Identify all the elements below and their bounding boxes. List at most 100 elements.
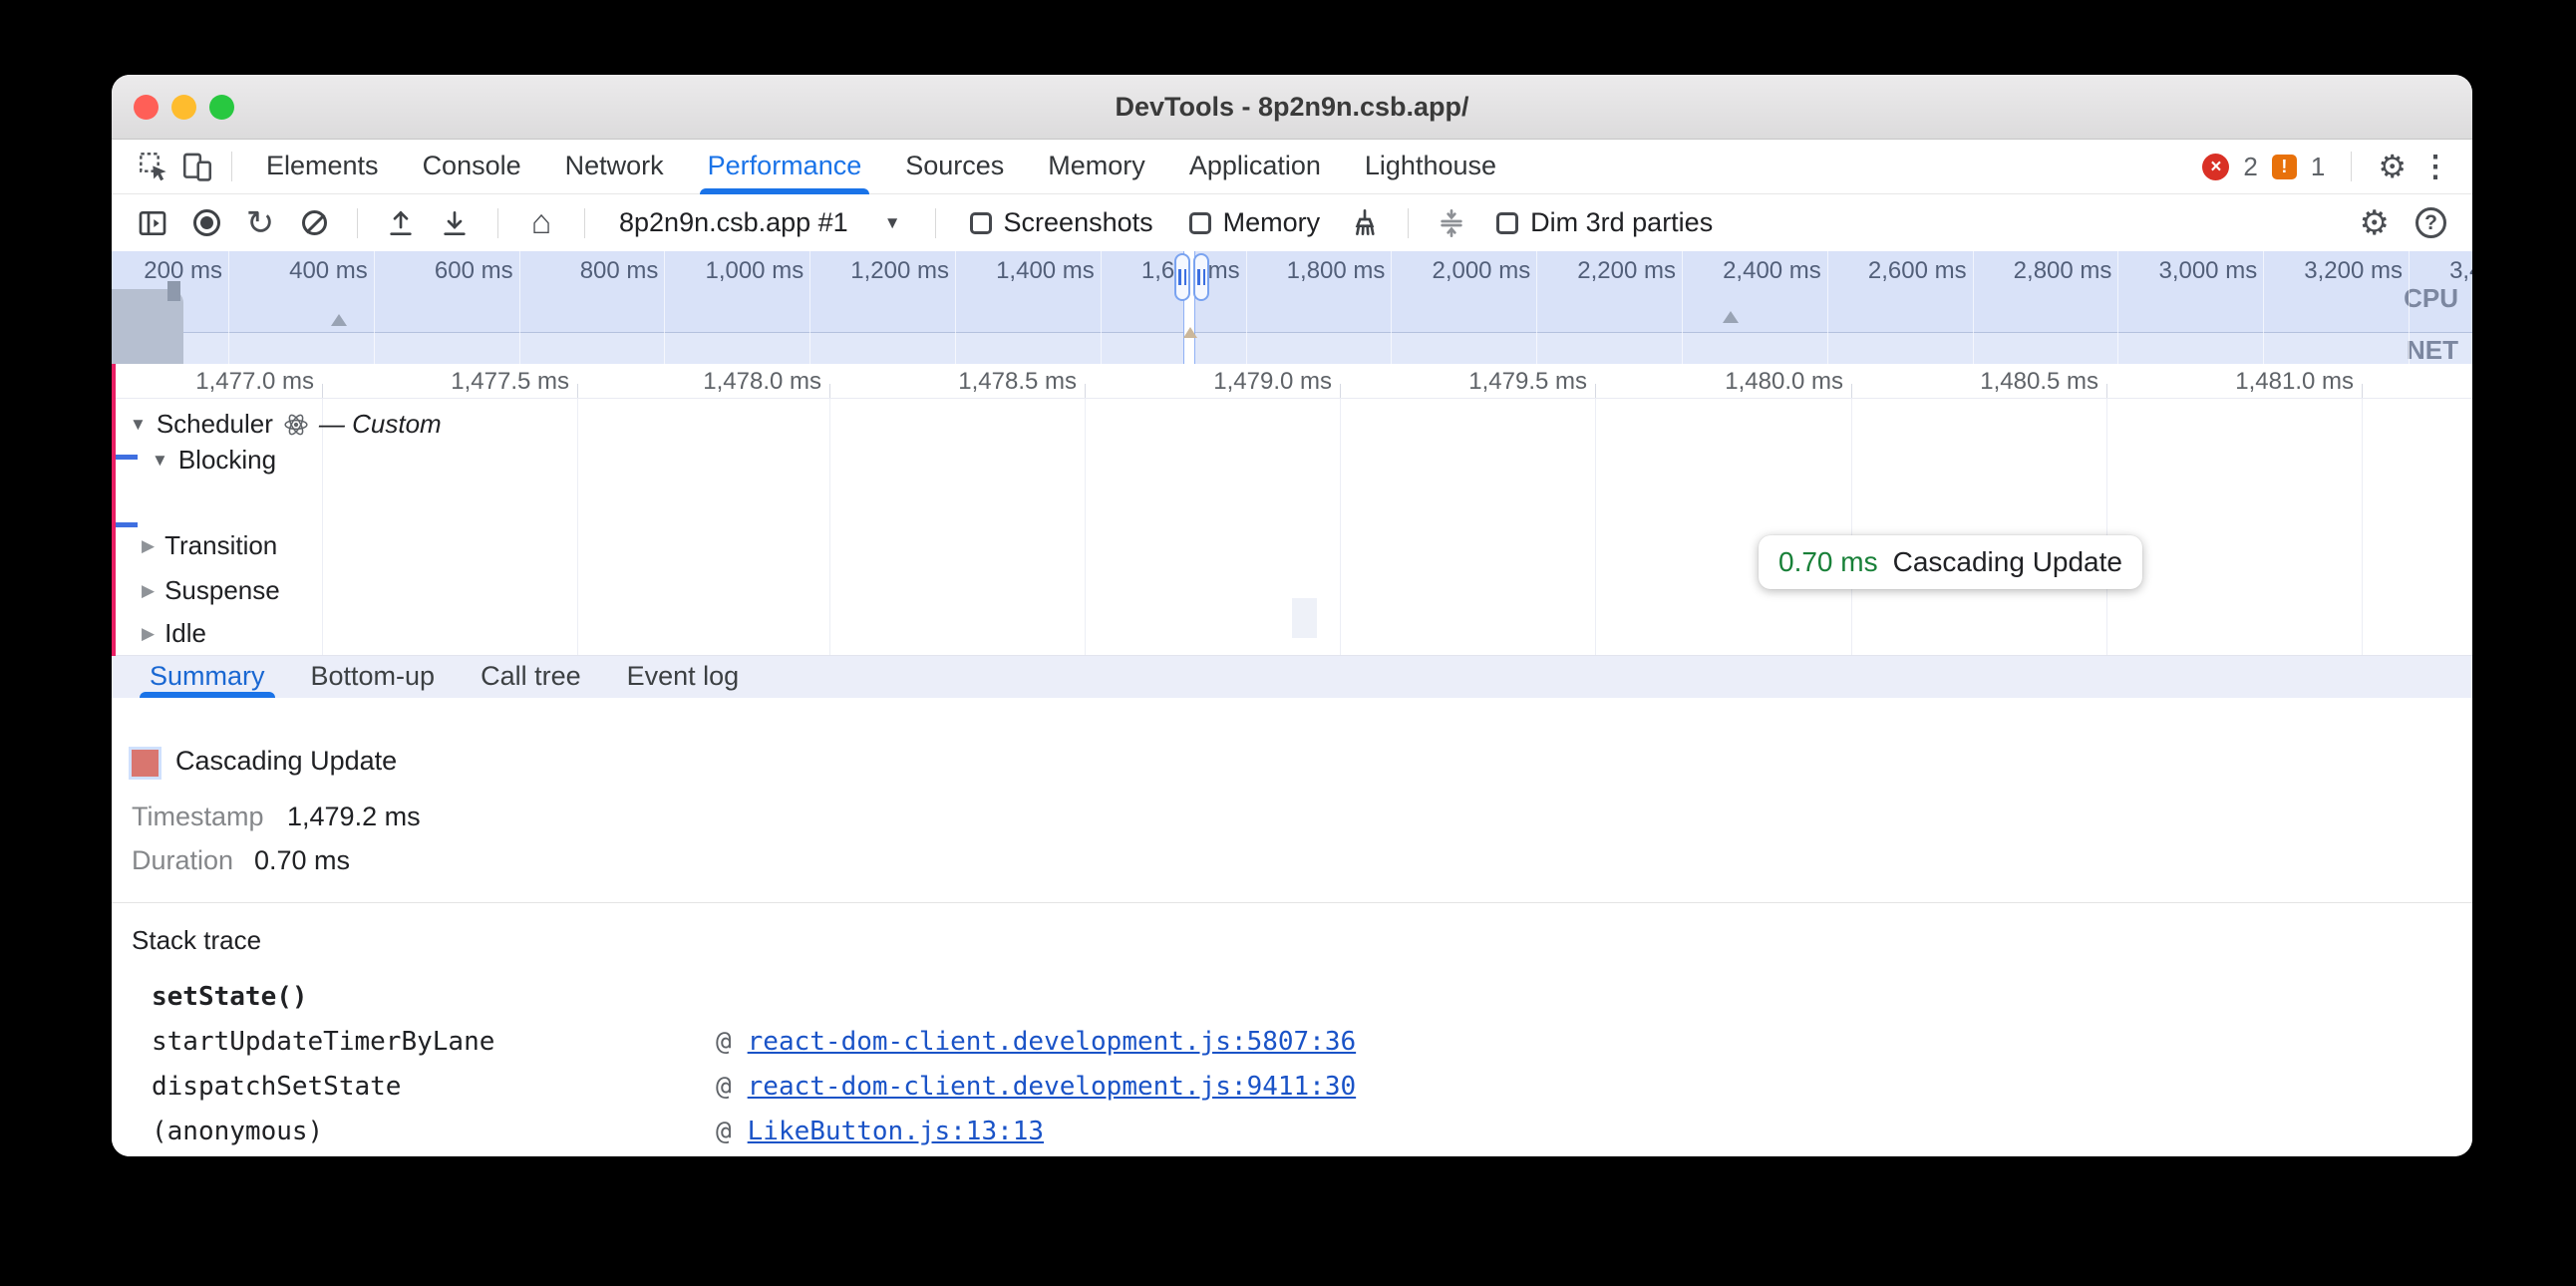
triangle-collapsed-icon[interactable]: ▶ xyxy=(142,581,155,601)
upload-profile-icon[interactable] xyxy=(378,200,424,246)
suspense-lane-label: Suspense xyxy=(164,575,280,606)
track-suspense[interactable]: ▶ Suspense xyxy=(142,575,280,606)
screenshots-checkbox[interactable]: Screenshots xyxy=(956,207,1167,238)
timestamp-value: 1,479.2 ms xyxy=(287,802,421,832)
tab-summary[interactable]: Summary xyxy=(132,656,283,698)
section-divider xyxy=(112,902,2472,903)
kebab-menu-icon[interactable]: ⋮ xyxy=(2420,150,2450,184)
triangle-collapsed-icon[interactable]: ▶ xyxy=(142,536,155,556)
overview-tick-label: 400 ms xyxy=(228,257,368,285)
selection-handles[interactable] xyxy=(1174,253,1209,301)
reload-record-icon[interactable]: ↻ xyxy=(237,200,283,246)
track-blocking[interactable]: ▼ Blocking xyxy=(152,445,276,476)
track-gridline xyxy=(829,399,830,656)
triangle-collapsed-icon[interactable]: ▶ xyxy=(142,624,155,644)
divider xyxy=(584,208,585,238)
inspect-element-icon[interactable] xyxy=(132,145,175,188)
tab-console[interactable]: Console xyxy=(401,140,543,194)
memory-checkbox[interactable]: Memory xyxy=(1175,207,1335,238)
overview-tick-label: 200 ms xyxy=(112,257,222,285)
chevron-down-icon: ▼ xyxy=(884,213,901,233)
ruler-tick-mark xyxy=(1851,384,1852,398)
overview-tick-label: 3,400 ms xyxy=(2409,257,2472,285)
overview-tick-label: 600 ms xyxy=(374,257,513,285)
overview-tick-label: 1,800 ms xyxy=(1245,257,1385,285)
idle-lane-label: Idle xyxy=(164,618,206,649)
collapse-tracks-icon[interactable] xyxy=(1429,200,1474,246)
garbage-collect-icon[interactable] xyxy=(1342,200,1388,246)
source-location-link[interactable]: react-dom-client.development.js:5807:36 xyxy=(748,1027,1356,1057)
stack-frame-row: dispatchSetState@react-dom-client.develo… xyxy=(152,1070,2432,1115)
scroll-thumb-ghost xyxy=(1292,598,1317,638)
ruler-tick-mark xyxy=(2106,384,2107,398)
overview-tick-label: 3,000 ms xyxy=(2117,257,2257,285)
stack-function-name: startUpdateTimerByLane xyxy=(152,1025,716,1059)
source-location-link[interactable]: LikeButton.js:13:13 xyxy=(748,1117,1044,1146)
track-gridline xyxy=(1851,399,1852,656)
record-icon[interactable] xyxy=(183,200,229,246)
event-color-swatch xyxy=(132,750,159,777)
devtools-window: DevTools - 8p2n9n.csb.app/ Elements Cons… xyxy=(112,75,2472,1156)
tab-memory[interactable]: Memory xyxy=(1026,140,1167,194)
window-title: DevTools - 8p2n9n.csb.app/ xyxy=(112,75,2472,140)
tab-call-tree[interactable]: Call tree xyxy=(463,656,599,698)
ruler-tick-mark xyxy=(1595,384,1596,398)
ruler-tick-mark xyxy=(1085,384,1086,398)
home-icon[interactable]: ⌂ xyxy=(518,200,564,246)
ruler-tick-mark xyxy=(1340,384,1341,398)
blocking-lane-label: Blocking xyxy=(178,445,276,476)
screenshots-label: Screenshots xyxy=(1004,207,1153,238)
tab-network[interactable]: Network xyxy=(543,140,686,194)
tracks-panel: ▼ Scheduler — Custom ▼ Blocking Event: c… xyxy=(112,399,2472,656)
settings-gear-icon[interactable]: ⚙ xyxy=(2378,148,2407,185)
overview-tick-label: 3,200 ms xyxy=(2263,257,2403,285)
summary-panel: Cascading Update Timestamp 1,479.2 ms Du… xyxy=(112,698,2472,1156)
dim-3rd-parties-label: Dim 3rd parties xyxy=(1530,207,1713,238)
warning-icon[interactable]: ! xyxy=(2272,155,2297,179)
tooltip-duration: 0.70 ms xyxy=(1778,546,1878,578)
tab-lighthouse[interactable]: Lighthouse xyxy=(1343,140,1518,194)
device-toolbar-icon[interactable] xyxy=(175,145,219,188)
download-profile-icon[interactable] xyxy=(432,200,478,246)
capture-settings-gear-icon[interactable]: ⚙ xyxy=(2360,203,2390,243)
overview-tick-label: 2,400 ms xyxy=(1682,257,1821,285)
tab-event-log[interactable]: Event log xyxy=(609,656,758,698)
tab-bottom-up[interactable]: Bottom-up xyxy=(293,656,454,698)
tab-elements[interactable]: Elements xyxy=(244,140,401,194)
detail-ruler[interactable]: 1,477.0 ms1,477.5 ms1,478.0 ms1,478.5 ms… xyxy=(112,364,2472,399)
clear-icon[interactable] xyxy=(291,200,337,246)
toggle-sidebar-icon[interactable] xyxy=(130,200,175,246)
triangle-expanded-icon[interactable]: ▼ xyxy=(130,415,147,435)
at-symbol: @ xyxy=(716,1027,732,1057)
net-lane-label: NET xyxy=(2407,335,2458,364)
error-icon[interactable]: × xyxy=(2202,154,2229,180)
track-gridline xyxy=(577,399,578,656)
overview-ruler[interactable]: CPU NET 200 ms400 ms600 ms800 ms1,000 ms… xyxy=(112,251,2472,364)
tab-application[interactable]: Application xyxy=(1167,140,1343,194)
track-idle[interactable]: ▶ Idle xyxy=(142,618,206,649)
tab-performance[interactable]: Performance xyxy=(686,140,884,194)
at-symbol: @ xyxy=(716,1117,732,1146)
tab-sources[interactable]: Sources xyxy=(883,140,1026,194)
ruler-tick-label: 1,477.0 ms xyxy=(115,368,314,396)
track-scheduler[interactable]: ▼ Scheduler — Custom xyxy=(130,409,442,440)
ruler-tick-mark xyxy=(2362,384,2363,398)
overview-tick-label: 2,800 ms xyxy=(1972,257,2111,285)
ruler-tick-label: 1,480.0 ms xyxy=(1644,368,1843,396)
divider xyxy=(2351,152,2352,181)
error-count: 2 xyxy=(2243,152,2257,182)
overview-tick-label: 2,200 ms xyxy=(1536,257,1676,285)
overview-tick-label: 1,200 ms xyxy=(809,257,949,285)
triangle-expanded-icon[interactable]: ▼ xyxy=(152,451,168,471)
target-select[interactable]: 8p2n9n.csb.app #1 ▼ xyxy=(605,207,915,238)
selection-handle-right[interactable] xyxy=(1193,253,1209,301)
help-icon[interactable]: ? xyxy=(2415,207,2446,238)
ruler-tick-label: 1,481.0 ms xyxy=(2154,368,2354,396)
source-location-link[interactable]: react-dom-client.development.js:9411:30 xyxy=(748,1072,1356,1102)
checkbox-box xyxy=(1496,212,1518,234)
performance-toolbar: ↻ ⌂ 8p2n9n.csb.app #1 ▼ Screenshots Memo… xyxy=(112,194,2472,251)
dim-3rd-parties-checkbox[interactable]: Dim 3rd parties xyxy=(1482,207,1727,238)
track-transition[interactable]: ▶ Transition xyxy=(142,530,277,561)
selection-handle-left[interactable] xyxy=(1174,253,1190,301)
divider xyxy=(935,208,936,238)
